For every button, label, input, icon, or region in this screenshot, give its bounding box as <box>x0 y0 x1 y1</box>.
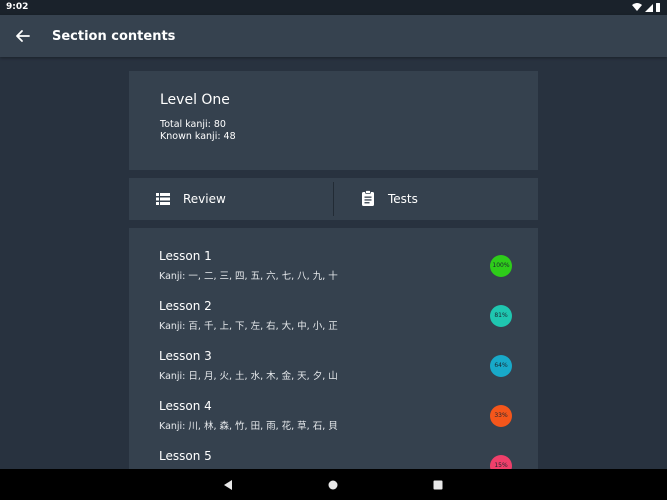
nav-recents-icon[interactable] <box>430 477 446 493</box>
progress-badge: 100% <box>490 255 512 277</box>
review-label: Review <box>183 192 226 206</box>
lesson-title: Lesson 1 <box>159 249 212 263</box>
progress-badge: 81% <box>490 305 512 327</box>
total-kanji-stat: Total kanji: 80 <box>160 119 226 130</box>
lesson-title: Lesson 2 <box>159 299 212 313</box>
lessons-list: Lesson 1 Kanji: 一, 二, 三, 四, 五, 六, 七, 八, … <box>129 228 538 469</box>
lesson-row-4[interactable]: Lesson 4 Kanji: 川, 林, 森, 竹, 田, 雨, 花, 草, … <box>129 378 538 432</box>
status-bar: 9:02 <box>0 0 667 15</box>
signal-icon <box>645 4 653 12</box>
level-title: Level One <box>160 92 230 108</box>
lesson-title: Lesson 5 <box>159 449 212 463</box>
lesson-title: Lesson 4 <box>159 399 212 413</box>
actions-card: Review Tests <box>129 178 538 220</box>
lesson-row-3[interactable]: Lesson 3 Kanji: 日, 月, 火, 土, 水, 木, 金, 天, … <box>129 328 538 382</box>
progress-badge: 33% <box>490 405 512 427</box>
status-time: 9:02 <box>6 2 29 12</box>
nav-home-icon[interactable] <box>325 477 341 493</box>
nav-back-icon[interactable] <box>220 477 236 493</box>
page-title: Section contents <box>52 29 176 44</box>
clipboard-icon <box>362 190 374 206</box>
progress-badge: 15% <box>490 455 512 469</box>
tests-button[interactable]: Tests <box>334 178 538 220</box>
navigation-bar <box>0 469 667 500</box>
lesson-row-5[interactable]: Lesson 5 15% <box>129 428 538 469</box>
list-icon <box>156 193 170 205</box>
tests-label: Tests <box>388 192 418 206</box>
lesson-row-2[interactable]: Lesson 2 Kanji: 百, 千, 上, 下, 左, 右, 大, 中, … <box>129 278 538 332</box>
progress-badge: 64% <box>490 355 512 377</box>
back-arrow-icon[interactable] <box>12 25 34 47</box>
status-icons <box>632 3 660 12</box>
toolbar: Section contents <box>0 15 667 57</box>
battery-icon <box>656 3 660 12</box>
known-kanji-stat: Known kanji: 48 <box>160 131 236 142</box>
lesson-title: Lesson 3 <box>159 349 212 363</box>
lesson-row-1[interactable]: Lesson 1 Kanji: 一, 二, 三, 四, 五, 六, 七, 八, … <box>129 228 538 282</box>
level-card: Level One Total kanji: 80 Known kanji: 4… <box>129 71 538 170</box>
wifi-icon <box>632 3 642 11</box>
review-button[interactable]: Review <box>129 178 333 220</box>
